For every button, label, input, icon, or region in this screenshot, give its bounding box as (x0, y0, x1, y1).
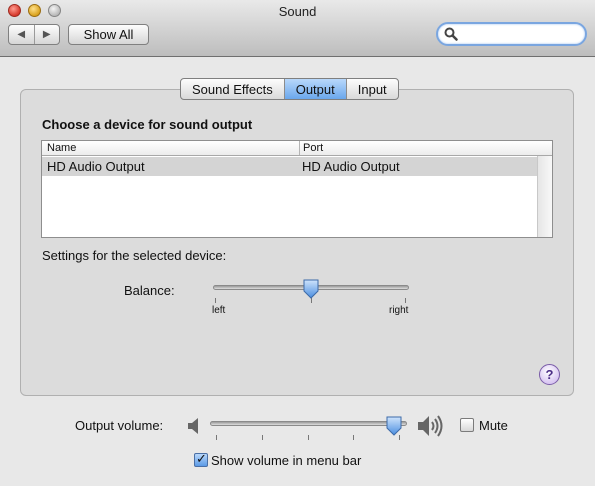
mute-label[interactable]: Mute (479, 418, 508, 433)
balance-tick-left (215, 298, 216, 303)
table-header: Name Port (42, 141, 552, 156)
balance-slider-knob[interactable] (302, 279, 320, 299)
speaker-low-icon (188, 418, 198, 434)
table-scrollbar[interactable] (537, 156, 552, 237)
left-arrow-icon: ◀ (17, 29, 26, 40)
help-icon: ? (545, 367, 554, 382)
output-heading: Choose a device for sound output (42, 117, 253, 132)
output-panel (20, 89, 574, 396)
column-header-port[interactable]: Port (299, 141, 323, 155)
show-all-button[interactable]: Show All (68, 24, 149, 45)
search-field[interactable] (436, 22, 587, 46)
volume-tick (353, 435, 354, 440)
window-title: Sound (278, 4, 317, 19)
device-port-cell: HD Audio Output (302, 159, 400, 174)
table-row[interactable]: HD Audio Output HD Audio Output (42, 157, 538, 176)
settings-label: Settings for the selected device: (42, 248, 227, 263)
balance-left-label: left (212, 305, 226, 316)
output-volume-slider-track[interactable] (210, 421, 407, 426)
volume-tick (262, 435, 263, 440)
device-name-cell: HD Audio Output (47, 159, 145, 174)
device-table: Name Port HD Audio Output HD Audio Outpu… (41, 140, 553, 238)
mute-checkbox[interactable] (460, 418, 474, 432)
help-button[interactable]: ? (539, 364, 560, 385)
speaker-high-icon (418, 415, 443, 437)
show-volume-label[interactable]: Show volume in menu bar (211, 453, 361, 468)
tab-output[interactable]: Output (283, 79, 346, 99)
output-volume-label: Output volume: (75, 418, 164, 433)
output-volume-slider-knob[interactable] (385, 416, 403, 436)
forward-button[interactable]: ▶ (33, 25, 60, 44)
right-arrow-icon: ▶ (42, 29, 51, 40)
search-icon (444, 27, 458, 41)
balance-label: Balance: (124, 283, 175, 298)
balance-tick-right (405, 298, 406, 303)
checkmark-icon: ✓ (196, 451, 207, 466)
show-volume-checkbox[interactable]: ✓ (194, 451, 208, 467)
column-header-name[interactable]: Name (47, 142, 76, 154)
volume-tick (216, 435, 217, 440)
tab-input[interactable]: Input (345, 79, 398, 99)
back-button[interactable]: ◀ (9, 25, 34, 44)
tab-sound-effects[interactable]: Sound Effects (181, 79, 284, 99)
balance-right-label: right (389, 305, 409, 316)
volume-tick (308, 435, 309, 440)
back-forward-group: ◀ ▶ (8, 24, 60, 45)
window-toolbar: Sound ◀ ▶ Show All (0, 0, 595, 57)
tab-bar: Sound Effects Output Input (180, 78, 399, 100)
